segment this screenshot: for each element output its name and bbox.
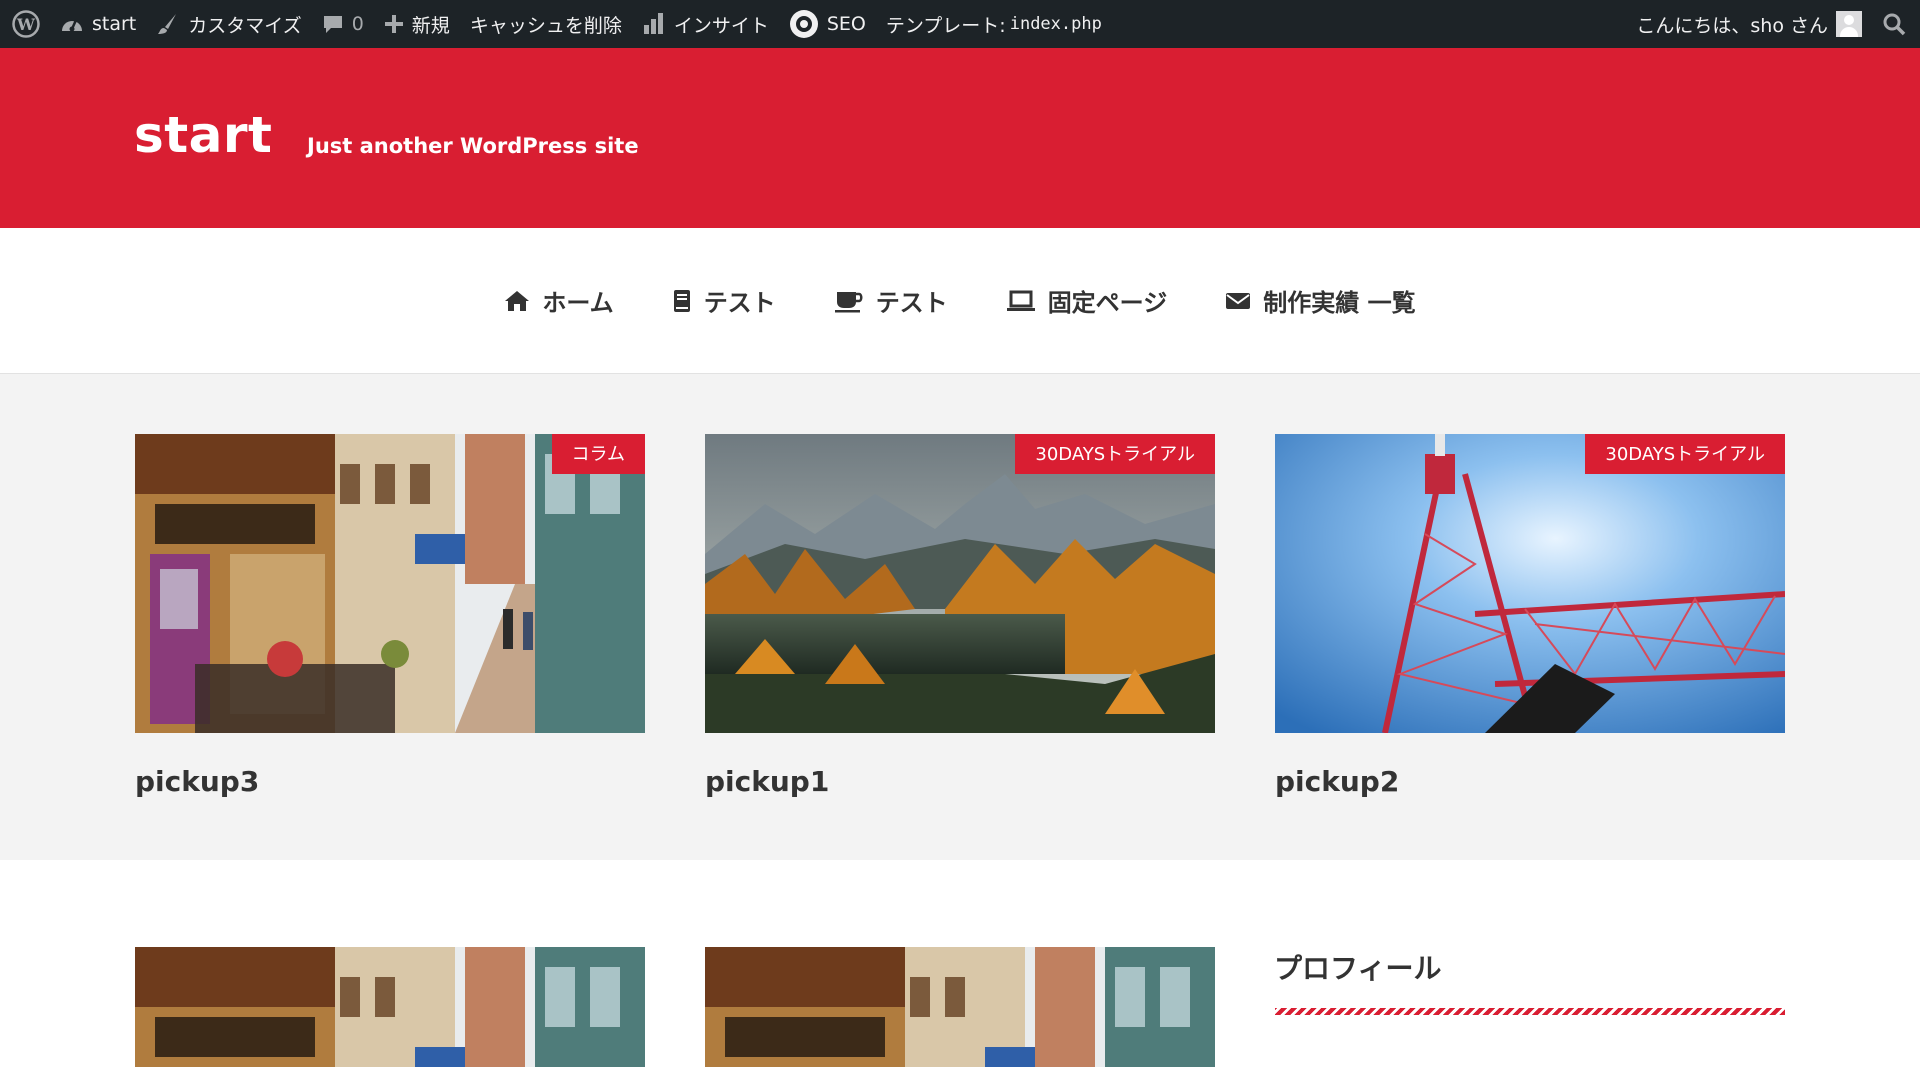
widget-title: プロフィール [1274,952,1442,985]
customize-label: カスタマイズ [188,14,302,37]
pickup-card[interactable]: コラム pickup3 [135,434,645,798]
seo-label: SEO [826,13,866,35]
book-icon [673,289,690,312]
svg-text:W: W [16,15,36,34]
nav-item-fixed-page[interactable]: 固定ページ [1006,283,1168,318]
nav-item-test-1[interactable]: テスト [672,283,776,318]
wordpress-icon: W [12,10,40,38]
nav-item-works[interactable]: 制作実績 一覧 [1225,283,1416,318]
street-cafe-photo[interactable]: コラム [135,434,645,733]
site-header: start Just another WordPress site [0,48,1920,228]
envelope-icon [1226,292,1251,309]
main-content: プロフィール [0,860,1920,1067]
nav-label: ホーム [542,289,614,317]
home-icon [505,290,530,311]
site-name-label: start [92,13,137,35]
pickup-title[interactable]: pickup3 [135,765,645,798]
template-info[interactable]: テンプレート: index.php [876,0,1112,48]
comments-count: 0 [351,13,364,35]
new-content-menu[interactable]: 新規 [374,0,460,48]
nav-label: テスト [875,289,948,317]
nav-label: 固定ページ [1047,289,1168,317]
global-nav: ホーム テスト テスト 固定ページ 制作実績 一覧 [0,228,1920,374]
nav-label: 制作実績 一覧 [1263,289,1416,317]
pickup-section: コラム pickup3 30DAYSトライアル pickup1 30DAYSトラ… [0,374,1920,860]
new-label: 新規 [411,14,450,37]
post-thumbnail[interactable] [135,947,645,1067]
account-menu[interactable]: こんにちは、sho さん [1626,0,1872,48]
insights-label: インサイト [673,14,769,37]
paintbrush-icon [156,12,180,36]
pickup-title[interactable]: pickup2 [1275,765,1785,798]
nav-item-home[interactable]: ホーム [504,283,614,318]
pickup-card[interactable]: 30DAYSトライアル pickup1 [705,434,1215,798]
nav-item-test-2[interactable]: テスト [834,283,948,318]
site-description: Just another WordPress site [307,134,639,158]
comments-link[interactable]: 0 [312,0,374,48]
wordpress-logo-menu[interactable]: W [0,0,50,48]
autumn-lake-mountains-photo[interactable]: 30DAYSトライアル [705,434,1215,733]
tokyo-tower-photo[interactable]: 30DAYSトライアル [1275,434,1785,733]
comment-icon [322,13,344,35]
pickup-card[interactable]: 30DAYSトライアル pickup2 [1275,434,1785,798]
avatar [1836,11,1862,37]
plus-icon [384,14,404,34]
widget-title-underline [1275,1008,1785,1015]
template-label: テンプレート: [885,14,1006,37]
coffee-icon [834,291,863,312]
template-file: index.php [1009,14,1102,34]
site-name-menu[interactable]: start [50,0,146,48]
site-title[interactable]: start [134,106,272,164]
clear-cache-label: キャッシュを削除 [469,14,622,37]
category-badge[interactable]: 30DAYSトライアル [1015,434,1215,474]
customize-link[interactable]: カスタマイズ [146,0,311,48]
pickup-title[interactable]: pickup1 [705,765,1215,798]
dashboard-icon [60,13,84,35]
post-thumbnail[interactable] [705,947,1215,1067]
greeting-label: こんにちは、sho さん [1636,14,1828,37]
admin-search[interactable] [1872,0,1920,48]
category-badge[interactable]: コラム [551,434,645,474]
laptop-icon [1006,290,1035,311]
bar-chart-icon [642,12,666,36]
admin-bar: W start カスタマイズ 0 新規 キャッシュを削除 インサイト SEO テ… [0,0,1920,48]
search-icon [1882,12,1906,36]
seo-menu[interactable]: SEO [779,0,876,48]
seo-gear-icon [789,9,819,39]
clear-cache-link[interactable]: キャッシュを削除 [460,0,632,48]
nav-label: テスト [703,289,776,317]
category-badge[interactable]: 30DAYSトライアル [1585,434,1785,474]
insights-link[interactable]: インサイト [632,0,779,48]
